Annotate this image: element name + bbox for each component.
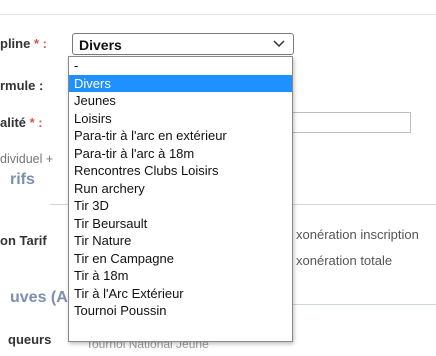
tarif-label: on Tarif xyxy=(0,233,47,248)
discipline-dropdown-list[interactable]: - Divers Jeunes Loisirs Para-tir à l'arc en … xyxy=(68,56,293,342)
discipline-label-text: pline xyxy=(0,36,31,51)
top-divider xyxy=(0,14,436,15)
dropdown-option[interactable]: Run archery xyxy=(69,180,292,198)
dropdown-option[interactable]: Tir Nature xyxy=(69,232,292,250)
qualite-label-text: alité xyxy=(0,115,27,130)
discipline-select-value: Divers xyxy=(79,37,122,53)
dropdown-option[interactable]: Tir 3D xyxy=(69,197,292,215)
individuel-text: dividuel + xyxy=(0,152,54,166)
dropdown-option[interactable]: Jeunes xyxy=(69,92,292,110)
qualite-required-marker: * : xyxy=(26,115,43,130)
dropdown-option[interactable]: Rencontres Clubs Loisirs xyxy=(69,162,292,180)
dropdown-option[interactable]: Tir Beursault xyxy=(69,215,292,233)
discipline-label: pline * : xyxy=(0,36,47,51)
dropdown-option[interactable]: Loisirs xyxy=(69,110,292,128)
qualite-input[interactable] xyxy=(290,112,411,133)
dropdown-option[interactable]: Tir à 18m xyxy=(69,267,292,285)
dropdown-option[interactable]: Para-tir à l'arc en extérieur xyxy=(69,127,292,145)
discipline-select[interactable]: Divers xyxy=(72,33,294,55)
exoneration-inscription-text: xonération inscription xyxy=(296,227,419,242)
qualite-label: alité * : xyxy=(0,115,43,130)
chevron-down-icon xyxy=(273,40,285,48)
dropdown-option[interactable]: Para-tir à l'arc à 18m xyxy=(69,145,292,163)
dropdown-option[interactable]: Tournoi Poussin xyxy=(69,302,292,320)
dropdown-option[interactable]: Tir en Campagne xyxy=(69,250,292,268)
section-epreuves-heading: uves (A xyxy=(10,289,68,306)
dropdown-option[interactable]: - xyxy=(69,57,292,75)
discipline-required-marker: * : xyxy=(30,36,47,51)
marqueurs-label: queurs xyxy=(8,332,52,347)
dropdown-option[interactable]: Tir à l'Arc Extérieur xyxy=(69,285,292,303)
dropdown-option[interactable]: Divers xyxy=(69,74,292,92)
section-tarifs-heading: rifs xyxy=(10,171,35,188)
formule-label: rmule : xyxy=(0,78,44,93)
exoneration-totale-text: xonération totale xyxy=(296,253,393,268)
